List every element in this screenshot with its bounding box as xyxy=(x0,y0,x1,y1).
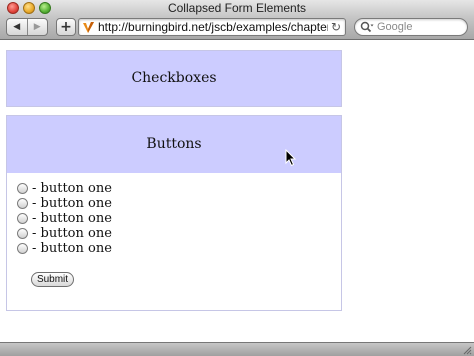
checkboxes-panel: Checkboxes xyxy=(6,50,342,107)
radio-label: - button one xyxy=(32,226,112,241)
radio-option[interactable]: - button one xyxy=(17,241,341,256)
radio-label: - button one xyxy=(32,181,112,196)
back-arrow-icon: ◀ xyxy=(13,22,21,32)
resize-grip-icon[interactable] xyxy=(462,345,472,355)
radio-label: - button one xyxy=(32,211,112,226)
search-icon xyxy=(360,21,374,33)
radio-option[interactable]: - button one xyxy=(17,211,341,226)
page-content: Checkboxes Buttons - button one - button… xyxy=(0,40,474,342)
forward-button[interactable]: ▶ xyxy=(26,19,48,35)
submit-button[interactable]: Submit xyxy=(31,272,74,287)
search-placeholder: Google xyxy=(377,21,413,33)
window-title: Collapsed Form Elements xyxy=(167,1,307,15)
address-bar[interactable]: http://burningbird.net/jscb/examples/cha… xyxy=(78,18,346,36)
plus-icon: + xyxy=(60,19,72,35)
radio-option[interactable]: - button one xyxy=(17,226,341,241)
back-forward-group: ◀ ▶ xyxy=(6,18,48,36)
radio-list: - button one - button one - button one -… xyxy=(7,173,341,256)
site-favicon-icon xyxy=(83,22,94,33)
add-bookmark-button[interactable]: + xyxy=(56,18,76,36)
mouse-cursor-icon xyxy=(285,149,297,167)
address-bar-url: http://burningbird.net/jscb/examples/cha… xyxy=(98,20,328,34)
forward-arrow-icon: ▶ xyxy=(33,22,41,32)
checkboxes-panel-header[interactable]: Checkboxes xyxy=(7,51,341,106)
radio-label: - button one xyxy=(32,196,112,211)
radio-button[interactable] xyxy=(17,198,28,209)
radio-button[interactable] xyxy=(17,243,28,254)
search-field[interactable]: Google xyxy=(354,18,468,36)
radio-button[interactable] xyxy=(17,183,28,194)
buttons-panel: Buttons - button one - button one - butt… xyxy=(6,115,342,311)
back-button[interactable]: ◀ xyxy=(7,19,27,35)
status-bar xyxy=(0,342,474,356)
radio-option[interactable]: - button one xyxy=(17,196,341,211)
radio-option[interactable]: - button one xyxy=(17,181,341,196)
title-bar: Collapsed Form Elements xyxy=(0,0,474,16)
radio-label: - button one xyxy=(32,241,112,256)
reload-icon[interactable]: ↻ xyxy=(331,20,341,34)
browser-toolbar: ◀ ▶ + http://burningbird.net/jscb/exampl… xyxy=(0,16,474,40)
radio-button[interactable] xyxy=(17,213,28,224)
radio-button[interactable] xyxy=(17,228,28,239)
